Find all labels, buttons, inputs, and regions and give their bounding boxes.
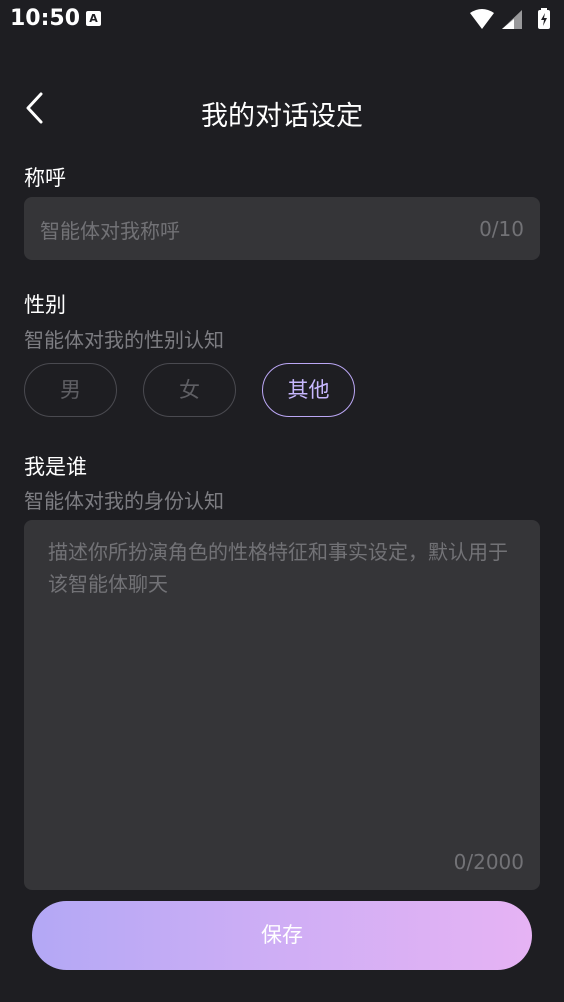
status-time: 10:50 bbox=[10, 6, 81, 31]
identity-hint: 智能体对我的身份认知 bbox=[24, 489, 224, 513]
gender-label: 性别 bbox=[24, 293, 66, 317]
gender-option-other[interactable]: 其他 bbox=[262, 363, 355, 417]
status-bar: 10:50 A bbox=[0, 0, 564, 40]
gender-option-male[interactable]: 男 bbox=[24, 363, 117, 417]
identity-placeholder: 描述你所扮演角色的性格特征和事实设定，默认用于该智能体聊天 bbox=[48, 540, 508, 596]
save-button[interactable]: 保存 bbox=[32, 901, 532, 970]
notification-a-icon: A bbox=[86, 11, 101, 26]
status-icons bbox=[466, 7, 556, 31]
identity-label: 我是谁 bbox=[24, 455, 87, 479]
identity-counter: 0/2000 bbox=[453, 850, 524, 874]
nickname-counter: 0/10 bbox=[479, 217, 524, 241]
nickname-placeholder: 智能体对我称呼 bbox=[40, 219, 180, 243]
header: 我的对话设定 bbox=[0, 80, 564, 140]
nickname-label: 称呼 bbox=[24, 166, 66, 190]
battery-charging-icon bbox=[538, 8, 550, 29]
gender-option-female[interactable]: 女 bbox=[143, 363, 236, 417]
nickname-input[interactable]: 智能体对我称呼 0/10 bbox=[24, 197, 540, 260]
wifi-icon bbox=[470, 9, 494, 29]
gender-hint: 智能体对我的性别认知 bbox=[24, 328, 224, 352]
signal-icon bbox=[502, 10, 522, 29]
page-title: 我的对话设定 bbox=[201, 101, 363, 132]
identity-textarea[interactable]: 描述你所扮演角色的性格特征和事实设定，默认用于该智能体聊天 0/2000 bbox=[24, 520, 540, 890]
